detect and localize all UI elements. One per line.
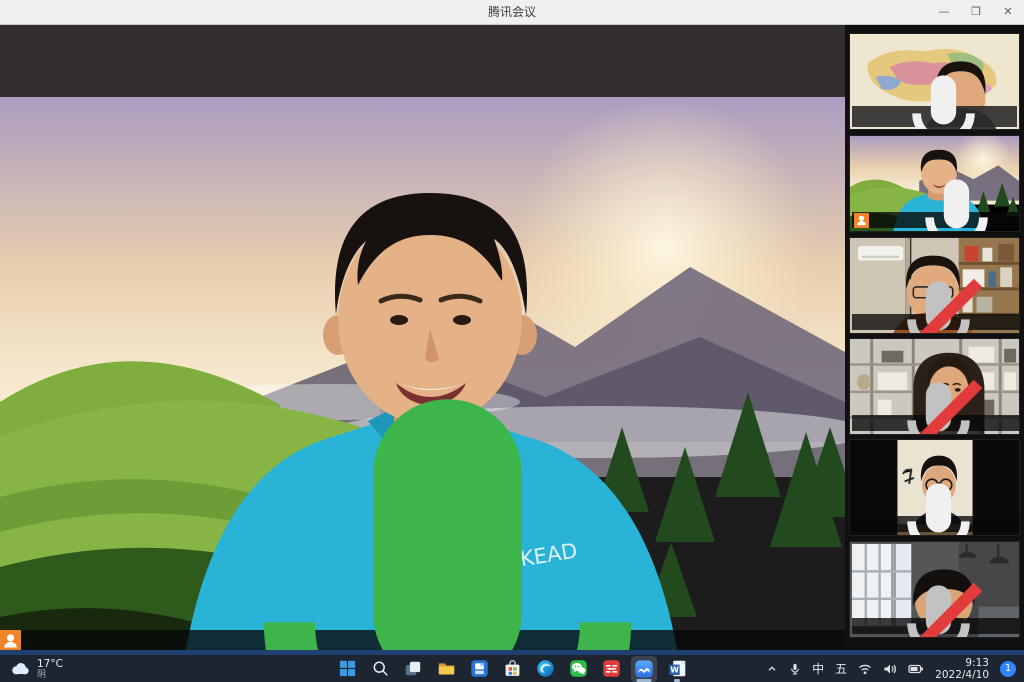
svg-text:W: W bbox=[670, 665, 679, 674]
participant-name-tag: 唐华风 bbox=[852, 212, 1020, 228]
mic-on-icon bbox=[859, 69, 1020, 130]
restore-button[interactable]: ❐ bbox=[960, 0, 992, 25]
taskbar-weather-widget[interactable]: 17°C 阴 bbox=[10, 655, 63, 682]
mic-muted-icon bbox=[854, 376, 1020, 436]
host-icon bbox=[854, 213, 869, 228]
weather-condition: 阴 bbox=[37, 670, 63, 680]
participant-video-6[interactable]: 苏思远 bbox=[849, 541, 1020, 638]
search-icon[interactable] bbox=[367, 656, 393, 682]
host-icon bbox=[0, 630, 21, 651]
file-explorer-icon[interactable] bbox=[433, 656, 459, 682]
participant-video-3[interactable]: 黄玉龙 bbox=[849, 237, 1020, 334]
speaking-banner: 正在讲话: 唐华风; 孙平昌 bbox=[852, 106, 1017, 127]
word-icon[interactable]: W bbox=[664, 656, 690, 682]
open-app-indicator bbox=[674, 679, 680, 682]
clock-date: 2022/4/10 bbox=[935, 669, 989, 681]
mic-muted-icon bbox=[854, 275, 1020, 335]
participant-name-tag: 苏思远 bbox=[852, 618, 1020, 634]
ime-language-indicator[interactable]: 中 bbox=[812, 660, 824, 677]
clock-time: 9:13 bbox=[965, 657, 989, 669]
participant-video-1[interactable]: 正在讲话: 唐华风; 孙平昌 bbox=[849, 33, 1020, 130]
weather-temperature: 17°C bbox=[37, 658, 63, 670]
active-app-indicator bbox=[637, 679, 652, 682]
tray-mic-icon[interactable] bbox=[789, 663, 801, 675]
tencent-meeting-icon[interactable] bbox=[631, 656, 657, 682]
participant-name-tag: 孟庆涛-吉林大学 bbox=[852, 415, 1020, 431]
wechat-icon[interactable] bbox=[565, 656, 591, 682]
ime-mode-indicator[interactable]: 五 bbox=[835, 660, 847, 677]
window-title: 腾讯会议 bbox=[0, 0, 1024, 25]
participant-name-tag: 黄玉龙 bbox=[852, 314, 1020, 330]
battery-icon[interactable] bbox=[908, 663, 924, 675]
participant-video-5[interactable]: 孙平昌 bbox=[849, 439, 1020, 536]
mic-muted-icon bbox=[854, 579, 1020, 639]
main-speaker-video[interactable]: OKEAD bbox=[0, 97, 845, 655]
red-notes-app-icon[interactable] bbox=[598, 656, 624, 682]
hidden-icons-chevron[interactable] bbox=[766, 663, 778, 675]
taskbar-clock[interactable]: 9:13 2022/4/10 bbox=[935, 657, 989, 681]
participants-sidebar: 正在讲话: 唐华风; 孙平昌 bbox=[845, 25, 1024, 655]
wifi-icon[interactable] bbox=[858, 663, 872, 675]
main-stage: OKEAD bbox=[0, 25, 845, 655]
task-view-icon[interactable] bbox=[400, 656, 426, 682]
software-manager-icon[interactable] bbox=[466, 656, 492, 682]
participant-video-4[interactable]: 孟庆涛-吉林大学 bbox=[849, 338, 1020, 435]
window-controls: — ❐ ✕ bbox=[928, 0, 1024, 25]
mic-on-icon bbox=[25, 362, 845, 656]
taskbar: 17°C 阴 bbox=[0, 655, 1024, 682]
desktop: 腾讯会议 — ❐ ✕ bbox=[0, 0, 1024, 682]
participant-video-2[interactable]: 唐华风 bbox=[849, 135, 1020, 232]
close-button[interactable]: ✕ bbox=[992, 0, 1024, 25]
participant-name-tag: 孙平昌 bbox=[852, 516, 1020, 532]
cloud-icon bbox=[10, 661, 30, 676]
window-titlebar[interactable]: 腾讯会议 — ❐ ✕ bbox=[0, 0, 1024, 25]
taskbar-app-icons: W bbox=[334, 655, 690, 682]
main-speaker-name-tag: 唐华风 bbox=[0, 630, 845, 651]
microsoft-store-icon[interactable] bbox=[499, 656, 525, 682]
start-button[interactable] bbox=[334, 656, 360, 682]
notification-badge[interactable]: 1 bbox=[1000, 661, 1016, 677]
minimize-button[interactable]: — bbox=[928, 0, 960, 25]
edge-icon[interactable] bbox=[532, 656, 558, 682]
speaker-icon[interactable] bbox=[883, 663, 897, 675]
mic-on-icon bbox=[872, 173, 1020, 233]
meeting-app: OKEAD bbox=[0, 25, 1024, 655]
mic-on-icon bbox=[854, 477, 1020, 537]
taskbar-tray: 中 五 9:13 2022/4/10 1 bbox=[766, 655, 1016, 682]
